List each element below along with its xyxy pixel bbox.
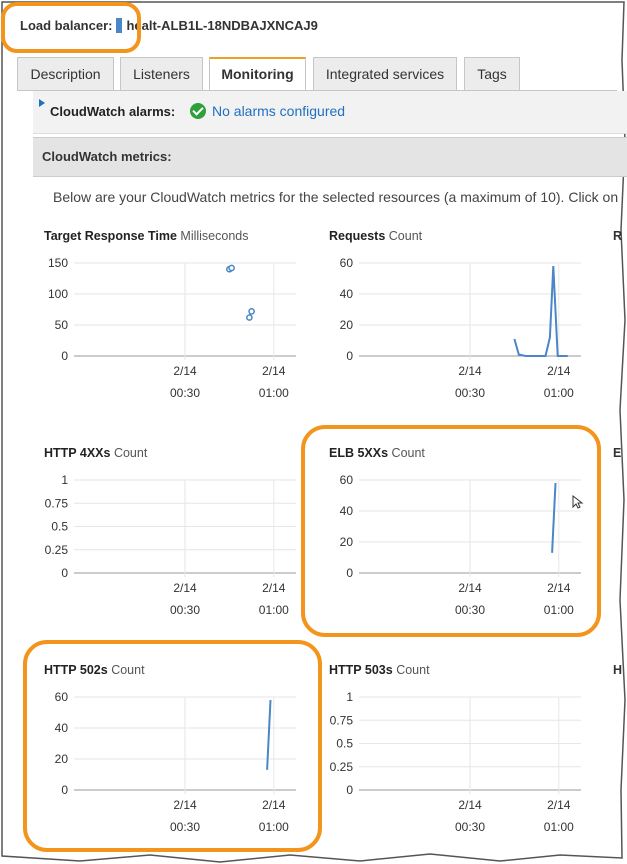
x-tick-date: 2/14	[173, 798, 197, 812]
x-tick-date: 2/14	[262, 364, 286, 378]
data-point	[246, 314, 253, 321]
chart-http-502s[interactable]: HTTP 502s Count 60 40 20 0 2/14 00:30 2/14 01:0…	[44, 663, 304, 838]
y-tick-label: 0.75	[330, 713, 354, 727]
data-point	[228, 264, 235, 272]
x-tick-time: 00:30	[170, 603, 200, 617]
alarms-label: CloudWatch alarms:	[50, 104, 176, 119]
x-tick-time: 01:00	[544, 386, 574, 400]
tab-monitoring[interactable]: Monitoring	[209, 57, 306, 92]
chart-requests[interactable]: Requests Count 60 40 20 0 2/14 00:30 2/14 01:00	[329, 229, 589, 404]
x-tick-time: 00:30	[170, 820, 200, 834]
y-tick-label: 1	[346, 690, 353, 704]
load-balancer-row: Load balancer: healt-ALB1L-18NDBAJXNCAJ9	[20, 18, 318, 33]
x-tick-date: 2/14	[547, 581, 571, 595]
chart-plot: 1 0.75 0.5 0.25 0 2/14 00:30 2/14 01:00	[45, 473, 296, 617]
cut-chart-title-e: E	[613, 446, 622, 460]
mouse-cursor-icon	[572, 495, 584, 509]
x-tick-time: 01:00	[544, 820, 574, 834]
tab-description[interactable]: Description	[17, 57, 114, 90]
y-tick-label: 20	[340, 535, 354, 549]
y-tick-label: 40	[55, 721, 69, 735]
chart-plot: 60 40 20 0 2/14 00:30 2/14 01:00	[55, 690, 296, 834]
cut-chart-title-h: H	[613, 663, 623, 677]
x-tick-time: 01:00	[544, 603, 574, 617]
y-tick-label: 20	[55, 752, 69, 766]
y-tick-label: 0	[346, 349, 353, 363]
x-tick-time: 01:00	[259, 386, 289, 400]
y-tick-label: 0.5	[51, 520, 68, 534]
y-tick-label: 1	[61, 473, 68, 487]
x-tick-date: 2/14	[173, 581, 197, 595]
x-tick-time: 00:30	[455, 603, 485, 617]
y-tick-label: 0.5	[336, 737, 353, 751]
metrics-description: Below are your CloudWatch metrics for th…	[53, 189, 619, 205]
load-balancer-name: healt-ALB1L-18NDBAJXNCAJ9	[126, 18, 318, 33]
y-tick-label: 0	[61, 566, 68, 580]
tab-bar: Description Listeners Monitoring Integra…	[17, 57, 617, 92]
chart-plot: 60 40 20 0 2/14 00:30 2/14 01:00	[340, 256, 581, 400]
y-tick-label: 0	[61, 783, 68, 797]
y-tick-label: 100	[48, 287, 68, 301]
x-tick-date: 2/14	[458, 581, 482, 595]
chart-http-4xxs[interactable]: HTTP 4XXs Count 1 0.75 0.5 0.25 0 2/14 00:30 2/…	[44, 446, 304, 621]
y-tick-label: 60	[340, 256, 354, 270]
y-tick-label: 0	[346, 783, 353, 797]
x-tick-time: 01:00	[259, 603, 289, 617]
series-line	[513, 266, 568, 357]
tab-tags[interactable]: Tags	[464, 57, 520, 90]
cloudwatch-metrics-header: CloudWatch metrics:	[33, 137, 627, 177]
cut-chart-title-r: R	[613, 229, 623, 243]
tab-listeners[interactable]: Listeners	[120, 57, 203, 90]
data-point	[248, 308, 255, 315]
y-tick-label: 60	[340, 473, 354, 487]
no-alarms-link[interactable]: No alarms configured	[212, 103, 345, 119]
x-tick-date: 2/14	[547, 798, 571, 812]
chart-plot: 60 40 20 0 2/14 00:30 2/14 01:00	[340, 473, 581, 617]
load-balancer-color-swatch	[116, 18, 123, 33]
y-tick-label: 0.25	[45, 543, 69, 557]
y-tick-label: 40	[340, 287, 354, 301]
metrics-header-label: CloudWatch metrics:	[42, 149, 172, 164]
y-tick-label: 0	[61, 349, 68, 363]
y-tick-label: 20	[340, 318, 354, 332]
y-tick-label: 40	[340, 504, 354, 518]
x-tick-date: 2/14	[262, 581, 286, 595]
y-tick-label: 60	[55, 690, 69, 704]
x-tick-date: 2/14	[458, 798, 482, 812]
chart-elb-5xxs[interactable]: ELB 5XXs Count 60 40 20 0 2/14 00:30 2/14 01:00	[329, 446, 589, 621]
chart-http-503s[interactable]: HTTP 503s Count 1 0.75 0.5 0.25 0 2/14 00:30 2/…	[329, 663, 589, 838]
x-tick-time: 00:30	[170, 386, 200, 400]
chart-target-response-time[interactable]: Target Response Time Milliseconds 150 100…	[44, 229, 304, 404]
x-tick-time: 01:00	[259, 820, 289, 834]
x-tick-time: 00:30	[455, 386, 485, 400]
y-tick-label: 50	[55, 318, 69, 332]
x-tick-date: 2/14	[262, 798, 286, 812]
x-tick-time: 00:30	[455, 820, 485, 834]
check-circle-icon	[190, 103, 206, 119]
y-tick-label: 0.25	[330, 760, 354, 774]
y-tick-label: 150	[48, 256, 68, 270]
load-balancer-label: Load balancer:	[20, 18, 113, 33]
cloudwatch-alarms-bar: CloudWatch alarms: No alarms configured	[33, 91, 627, 134]
chart-plot: 1 0.75 0.5 0.25 0 2/14 00:30 2/14 01:00	[330, 690, 581, 834]
x-tick-date: 2/14	[173, 364, 197, 378]
x-tick-date: 2/14	[547, 364, 571, 378]
x-tick-date: 2/14	[458, 364, 482, 378]
y-tick-label: 0.75	[45, 496, 69, 510]
chart-plot: 150 100 50 0 2/14 00:30 2/14 01:00	[48, 256, 296, 400]
expand-triangle-icon[interactable]	[39, 99, 45, 107]
y-tick-label: 0	[346, 566, 353, 580]
tab-integrated-services[interactable]: Integrated services	[313, 57, 457, 90]
